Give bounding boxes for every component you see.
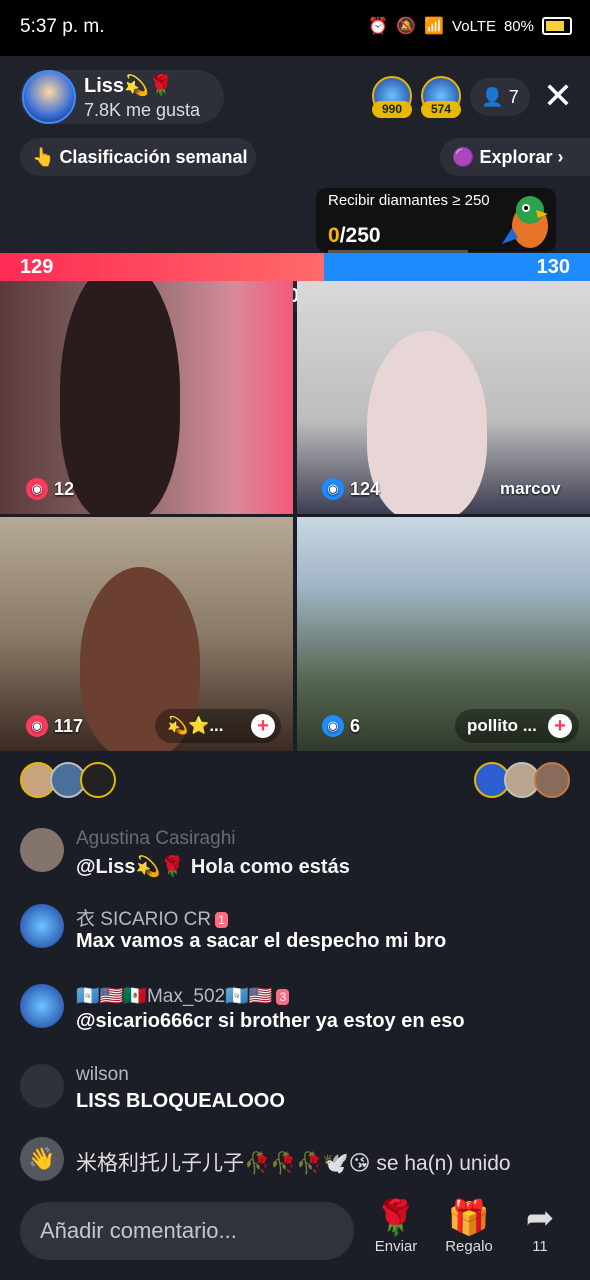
chat-username: 🇬🇹🇺🇸🇲🇽Max_502🇬🇹🇺🇸 3	[76, 984, 290, 1008]
camera-icon: ◉	[322, 478, 344, 500]
video-cell[interactable]: ◉ 124 marcov	[297, 281, 590, 514]
chat-text: Max vamos a sacar el despecho mi bro	[76, 930, 447, 952]
goal-target: /250	[339, 224, 381, 247]
weekly-ranking-label: Clasificación semanal	[59, 147, 248, 167]
supporter-avatar[interactable]	[534, 762, 570, 798]
camera-icon: ◉	[26, 715, 48, 737]
red-team-score: 129	[20, 256, 54, 278]
chat-message: wilson LISS BLOQUEALOOO	[20, 1064, 580, 1120]
chat-avatar[interactable]	[20, 828, 64, 872]
explore-label: Explorar	[479, 147, 553, 167]
camera-icon: ◉	[26, 478, 48, 500]
gift-button[interactable]: 🎁 Regalo	[441, 1198, 497, 1255]
blue-team-score: 130	[536, 256, 570, 278]
host-likes: 7.8K me gusta	[84, 100, 201, 120]
top-viewer-score: 574	[421, 101, 461, 118]
chat-username: Agustina Casiraghi	[76, 828, 236, 849]
gift-label: Regalo	[445, 1238, 493, 1255]
chat-username-text: 衣 SICARIO CR	[76, 909, 212, 930]
host-name: Liss💫🌹	[84, 75, 174, 97]
video-cell[interactable]: ◉ 12	[0, 281, 293, 514]
cell-count: 6	[350, 715, 361, 736]
host-avatar[interactable]	[22, 70, 76, 124]
chat-text: @sicario666cr si brother ya estoy en eso	[76, 1010, 465, 1032]
battery-label: 80%	[503, 17, 534, 35]
chat-text: @Liss💫🌹 Hola como estás	[76, 856, 350, 878]
gift-icon: 🎁	[447, 1199, 491, 1237]
chat-message: Agustina Casiraghi @Liss💫🌹 Hola como est…	[20, 828, 580, 884]
level-badge: 1	[215, 911, 228, 928]
participant-name: pollito ...	[467, 716, 537, 735]
cell-stat: ◉ 124	[322, 478, 380, 500]
goal-title: Recibir diamantes ≥ 250	[328, 192, 490, 209]
viewer-count-button[interactable]: 👤 7	[470, 78, 530, 116]
participant-name: marcov	[500, 479, 561, 498]
share-button[interactable]: ➦ 11	[512, 1198, 568, 1255]
share-count: 11	[532, 1238, 548, 1255]
level-badge: 3	[276, 988, 290, 1005]
join-text: 米格利托儿子儿子🥀🥀🥀🕊️😘 se ha(n) unido	[76, 1152, 511, 1175]
chat-avatar[interactable]	[20, 904, 64, 948]
status-icons: ⏰ 🔕 📶 VoLTE 80%	[368, 16, 572, 36]
explore-button[interactable]: 🟣 Explorar ›	[440, 138, 590, 176]
video-cell[interactable]: ◉ 117 💫⭐... +	[0, 517, 293, 751]
chat-username: 衣 SICARIO CR 1	[76, 904, 228, 931]
close-icon: ✕	[542, 75, 574, 116]
send-rose-button[interactable]: 🌹 Enviar	[368, 1198, 424, 1255]
explore-icon: 🟣	[452, 147, 475, 167]
viewer-count: 7	[508, 87, 519, 107]
share-icon: ➦	[525, 1199, 555, 1237]
network-label: VoLTE	[452, 17, 496, 35]
cell-count: 117	[54, 715, 84, 736]
weekly-ranking-button[interactable]: 👆 Clasificación semanal	[20, 138, 256, 176]
cell-stat: ◉ 117	[26, 715, 83, 737]
chat-avatar[interactable]	[20, 984, 64, 1028]
battle-score-bar: 129 130	[0, 253, 590, 281]
top-viewer-score: 990	[372, 101, 412, 118]
chat-message: 衣 SICARIO CR 1 Max vamos a sacar el despe…	[20, 904, 580, 960]
person-icon: 👤	[481, 87, 504, 107]
participant-video	[367, 331, 487, 514]
blue-team-supporters	[474, 762, 570, 798]
chat-avatar[interactable]	[20, 1064, 64, 1108]
chevron-right-icon: ›	[557, 147, 564, 167]
goal-current: 0	[328, 224, 340, 247]
cell-stat: ◉ 12	[26, 478, 74, 500]
hand-icon: 👆	[32, 147, 55, 167]
status-bar: 5:37 p. m. ⏰ 🔕 📶 VoLTE 80%	[0, 0, 590, 56]
send-label: Enviar	[374, 1238, 418, 1255]
participant-video	[60, 281, 180, 514]
join-notification: 👋 米格利托儿子儿子🥀🥀🥀🕊️😘 se ha(n) unido	[20, 1137, 580, 1181]
battery-icon	[542, 17, 572, 35]
comment-input[interactable]: Añadir comentario...	[20, 1202, 354, 1260]
follow-plus-icon[interactable]: +	[548, 714, 572, 738]
follow-plus-icon[interactable]: +	[251, 714, 275, 738]
rose-icon: 🌹	[374, 1199, 418, 1237]
status-time: 5:37 p. m.	[20, 16, 105, 37]
chat-username-text: 🇬🇹🇺🇸🇲🇽Max_502🇬🇹🇺🇸	[76, 986, 273, 1007]
camera-icon: ◉	[322, 715, 344, 737]
supporter-avatar[interactable]	[80, 762, 116, 798]
chat-text: LISS BLOQUEALOOO	[76, 1090, 285, 1112]
participant-name: 💫⭐...	[167, 716, 224, 735]
video-cell[interactable]: ◉ 6 pollito ... +	[297, 517, 590, 751]
parrot-icon	[502, 196, 548, 248]
alarm-icon: ⏰	[368, 18, 389, 35]
chat-message: 🇬🇹🇺🇸🇲🇽Max_502🇬🇹🇺🇸 3 @sicario666cr si brot…	[20, 984, 580, 1040]
chat-username: wilson	[76, 1064, 129, 1085]
red-team-supporters	[20, 762, 116, 798]
wave-icon: 👋	[20, 1137, 64, 1181]
close-button[interactable]: ✕	[540, 78, 576, 114]
cell-count: 12	[54, 478, 75, 499]
wifi-icon: 📶	[424, 18, 445, 35]
cell-stat: ◉ 6	[322, 715, 360, 737]
cell-count: 124	[350, 478, 381, 499]
mute-icon: 🔕	[396, 18, 417, 35]
goal-progress: 0/250	[328, 224, 381, 248]
